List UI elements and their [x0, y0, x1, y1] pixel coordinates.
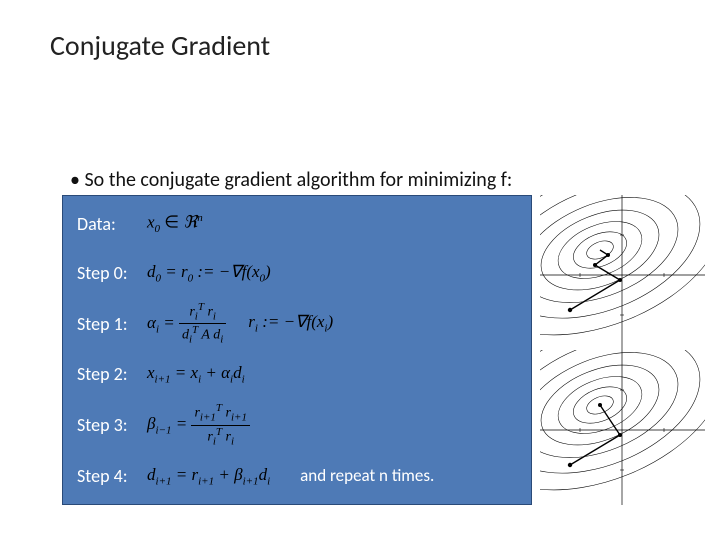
row-data: Data: x0 ∈ ℜn — [77, 204, 517, 244]
row-step0: Step 0: d0 = r0 := −∇f(x0) — [77, 253, 517, 293]
step3-expr: βi−1 = ri+1T ri+1 riT ri — [147, 403, 250, 447]
step0-expr: d0 = r0 := −∇f(x0) — [147, 262, 271, 284]
row-step3: Step 3: βi−1 = ri+1T ri+1 riT ri — [77, 403, 517, 447]
step1-alpha: αi = riT ri diT A di — [147, 302, 226, 346]
row-step4: Step 4: di+1 = ri+1 + βi+1di and repeat … — [77, 456, 517, 496]
step2-label: Step 2: — [77, 363, 147, 385]
step3-label: Step 3: — [77, 414, 147, 436]
contour-plots — [540, 195, 705, 505]
row-step1: Step 1: αi = riT ri diT A di ri := −∇f(x… — [77, 302, 517, 346]
row-step2: Step 2: xi+1 = xi + αidi — [77, 354, 517, 394]
data-expr: x0 ∈ ℜn — [147, 212, 203, 235]
plots-panel — [540, 195, 705, 505]
step0-label: Step 0: — [77, 262, 147, 284]
step1-label: Step 1: — [77, 313, 147, 335]
slide-title: Conjugate Gradient — [50, 28, 270, 63]
step1-r: ri := −∇f(xi) — [248, 312, 333, 334]
step2-expr: xi+1 = xi + αidi — [147, 363, 245, 385]
algorithm-box: Data: x0 ∈ ℜn Step 0: d0 = r0 := −∇f(x0)… — [62, 195, 532, 505]
step4-label: Step 4: — [77, 465, 147, 487]
step4-expr: di+1 = ri+1 + βi+1di — [147, 465, 270, 487]
data-label: Data: — [77, 213, 147, 235]
bullet-text: • So the conjugate gradient algorithm fo… — [70, 168, 512, 192]
step4-note: and repeat n times. — [300, 465, 434, 486]
